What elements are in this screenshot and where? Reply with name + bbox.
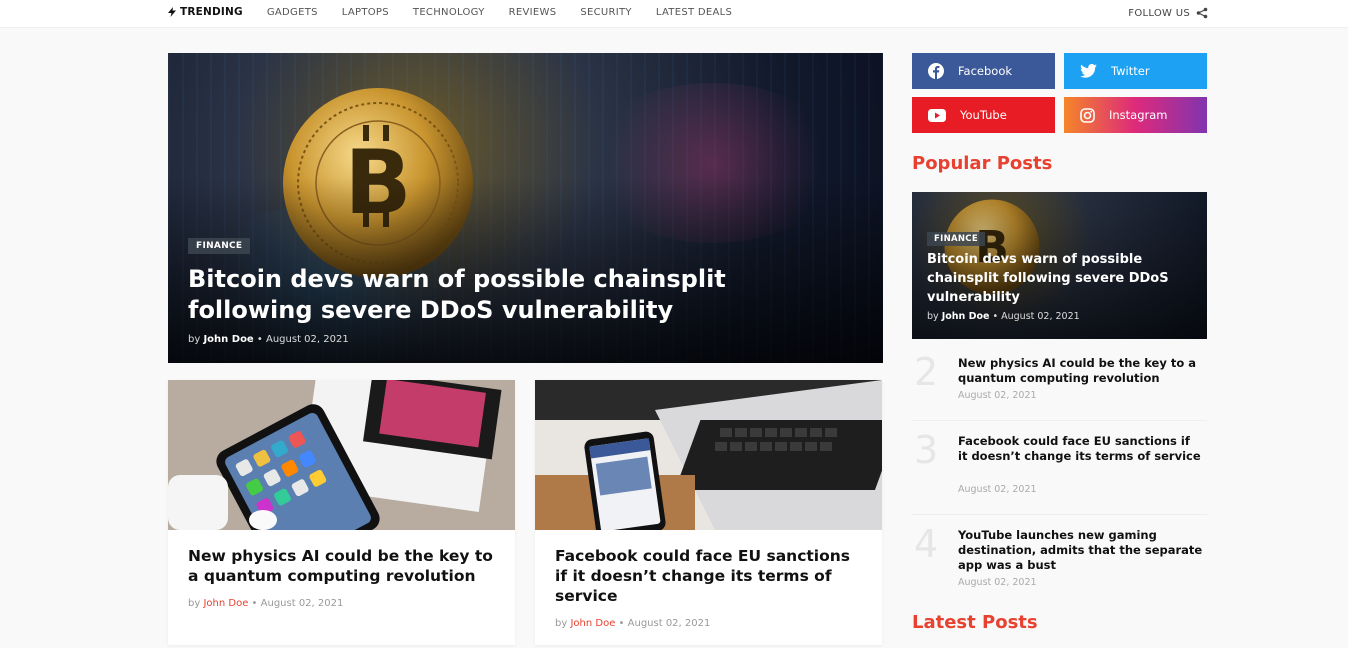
facebook-icon — [928, 63, 944, 79]
meta-dot: • — [256, 334, 263, 345]
main-nav: TRENDING GADGETS LAPTOPS TECHNOLOGY REVI… — [168, 6, 732, 18]
popular-post-item[interactable]: 4 YouTube launches new gaming destinatio… — [912, 522, 1207, 588]
post-card[interactable]: Facebook could face EU sanctions if it d… — [535, 380, 882, 645]
nav-item-latest-deals[interactable]: LATEST DEALS — [656, 7, 732, 18]
youtube-label: YouTube — [960, 108, 1007, 122]
nav-item-technology[interactable]: TECHNOLOGY — [413, 7, 485, 18]
lightning-icon — [168, 7, 176, 17]
post-date: August 02, 2021 — [958, 390, 1037, 401]
meta-dot: • — [992, 311, 999, 322]
popular-post-title[interactable]: Facebook could face EU sanctions if it d… — [958, 434, 1203, 464]
hero-title[interactable]: Bitcoin devs warn of possible chainsplit… — [188, 264, 843, 326]
twitter-label: Twitter — [1111, 64, 1150, 78]
meta-dot: • — [251, 598, 258, 609]
post-meta: by John Doe • August 02, 2021 — [188, 598, 495, 609]
popular-post-title[interactable]: YouTube launches new gaming destination,… — [958, 528, 1203, 573]
divider — [912, 514, 1207, 515]
post-date: August 02, 2021 — [627, 618, 711, 629]
twitter-icon — [1080, 64, 1097, 78]
popular-post-item[interactable]: 2 New physics AI could be the key to a q… — [912, 350, 1207, 406]
post-date: August 02, 2021 — [958, 484, 1037, 495]
post-rank-number: 4 — [914, 522, 939, 566]
popular-post-item[interactable]: 3 Facebook could face EU sanctions if it… — [912, 428, 1207, 495]
author-link[interactable]: John Doe — [942, 311, 990, 322]
post-date: August 02, 2021 — [260, 598, 344, 609]
instagram-icon — [1080, 107, 1095, 123]
nav-trending[interactable]: TRENDING — [168, 6, 243, 18]
popular-hero-meta: by John Doe • August 02, 2021 — [927, 311, 1197, 322]
post-card-body: Facebook could face EU sanctions if it d… — [535, 530, 882, 645]
facebook-label: Facebook — [958, 64, 1013, 78]
nav-item-laptops[interactable]: LAPTOPS — [342, 7, 389, 18]
meta-dot: • — [618, 618, 625, 629]
facebook-button[interactable]: Facebook — [912, 53, 1055, 89]
popular-post-title[interactable]: New physics AI could be the key to a qua… — [958, 356, 1203, 386]
hero-meta: by John Doe • August 02, 2021 — [188, 334, 843, 345]
youtube-icon — [928, 108, 946, 122]
twitter-button[interactable]: Twitter — [1064, 53, 1207, 89]
laptop-image — [535, 380, 882, 530]
post-title[interactable]: Facebook could face EU sanctions if it d… — [555, 546, 862, 606]
post-date: August 02, 2021 — [1001, 311, 1080, 322]
latest-posts-heading: Latest Posts — [912, 612, 1038, 633]
top-navigation-bar: TRENDING GADGETS LAPTOPS TECHNOLOGY REVI… — [0, 0, 1348, 28]
share-icon — [1196, 7, 1208, 19]
popular-hero-title[interactable]: Bitcoin devs warn of possible chainsplit… — [927, 250, 1197, 307]
author-link[interactable]: John Doe — [203, 334, 253, 345]
meta-by: by — [188, 334, 201, 345]
follow-us-button[interactable]: FOLLOW US — [1128, 7, 1208, 19]
featured-post[interactable]: B FINANCE Bitcoin devs warn of possible … — [168, 53, 883, 363]
instagram-button[interactable]: Instagram — [1064, 97, 1207, 133]
post-meta: by John Doe • August 02, 2021 — [555, 618, 862, 629]
post-thumbnail-laptop[interactable] — [535, 380, 882, 530]
post-title[interactable]: New physics AI could be the key to a qua… — [188, 546, 495, 586]
post-rank-number: 3 — [914, 428, 939, 472]
youtube-button[interactable]: YouTube — [912, 97, 1055, 133]
post-date: August 02, 2021 — [958, 577, 1037, 588]
nav-item-gadgets[interactable]: GADGETS — [267, 7, 318, 18]
divider — [912, 420, 1207, 421]
category-badge[interactable]: FINANCE — [927, 232, 985, 246]
author-link[interactable]: John Doe — [203, 598, 248, 609]
post-card[interactable]: New physics AI could be the key to a qua… — [168, 380, 515, 645]
nav-trending-label: TRENDING — [180, 6, 243, 18]
meta-by: by — [927, 311, 939, 322]
meta-by: by — [555, 618, 568, 629]
nav-item-reviews[interactable]: REVIEWS — [509, 7, 557, 18]
post-rank-number: 2 — [914, 350, 939, 394]
post-thumbnail-iphone[interactable] — [168, 380, 515, 530]
nav-item-security[interactable]: SECURITY — [580, 7, 631, 18]
instagram-label: Instagram — [1109, 108, 1168, 122]
popular-hero-text: FINANCE Bitcoin devs warn of possible ch… — [927, 226, 1197, 322]
post-date: August 02, 2021 — [266, 334, 349, 345]
category-badge[interactable]: FINANCE — [188, 238, 251, 254]
hero-text: FINANCE Bitcoin devs warn of possible ch… — [188, 233, 843, 345]
follow-us-label: FOLLOW US — [1128, 7, 1190, 19]
popular-posts-heading: Popular Posts — [912, 153, 1053, 174]
popular-featured-post[interactable]: B FINANCE Bitcoin devs warn of possible … — [912, 192, 1207, 339]
iphone-image — [168, 380, 515, 530]
author-link[interactable]: John Doe — [570, 618, 615, 629]
post-card-body: New physics AI could be the key to a qua… — [168, 530, 515, 625]
meta-by: by — [188, 598, 201, 609]
